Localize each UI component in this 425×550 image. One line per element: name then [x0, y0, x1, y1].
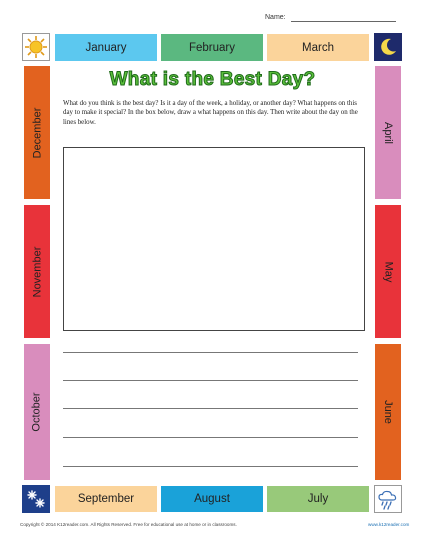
name-input-line[interactable]: [291, 21, 396, 22]
month-december: December: [24, 66, 50, 199]
month-november: November: [24, 205, 50, 338]
writing-line[interactable]: [63, 352, 358, 353]
month-november-label: November: [31, 246, 43, 297]
worksheet-title: What is the Best Day?: [109, 69, 316, 91]
copyright-text: Copyright © 2014 K12reader.com. All Righ…: [20, 522, 237, 527]
instructions-text: What do you think is the best day? Is it…: [63, 100, 358, 126]
month-january: January: [55, 34, 157, 61]
month-september: September: [55, 486, 157, 512]
writing-line[interactable]: [63, 466, 358, 467]
month-october: October: [24, 344, 50, 480]
drawing-box[interactable]: [63, 147, 365, 331]
month-february: February: [161, 34, 263, 61]
site-link[interactable]: www.k12reader.com: [368, 522, 409, 527]
snowflake-icon: [22, 485, 50, 513]
month-may: May: [375, 205, 401, 338]
month-july: July: [267, 486, 369, 512]
month-december-label: December: [31, 107, 43, 158]
month-april-label: April: [381, 121, 394, 144]
writing-line[interactable]: [63, 408, 358, 409]
name-label: Name:: [265, 14, 286, 21]
writing-line[interactable]: [63, 437, 358, 438]
rain-cloud-icon: [374, 485, 402, 513]
month-march: March: [267, 34, 369, 61]
month-october-label: October: [31, 392, 44, 432]
month-may-label: May: [382, 261, 394, 282]
moon-icon: [374, 33, 402, 61]
sun-icon: [22, 33, 50, 61]
writing-line[interactable]: [63, 380, 358, 381]
month-august: August: [161, 486, 263, 512]
month-june-label: June: [381, 400, 394, 424]
month-april: April: [375, 66, 401, 199]
month-june: June: [375, 344, 401, 480]
